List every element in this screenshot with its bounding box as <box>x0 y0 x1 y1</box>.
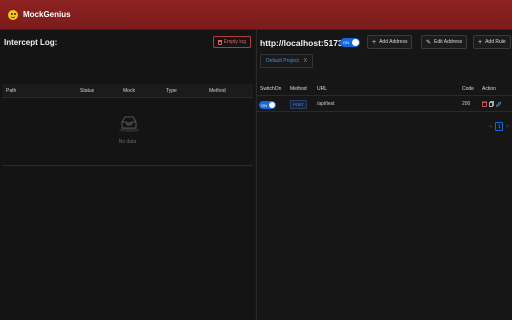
col-switchon: SwitchOn <box>260 86 282 92</box>
empty-log-label: Empty log <box>223 39 246 45</box>
toggle-knob <box>269 102 275 108</box>
col-method: Method <box>290 86 307 92</box>
add-address-label: Add Address <box>379 39 408 45</box>
smiley-logo-icon <box>8 9 18 20</box>
toggle-knob <box>352 39 359 46</box>
col-code: Code <box>462 86 474 92</box>
col-type: Type <box>166 88 177 94</box>
trash-icon <box>217 39 222 45</box>
empty-inbox-icon <box>119 116 139 132</box>
col-path: Path <box>6 88 17 94</box>
prev-page-icon[interactable]: < <box>489 124 492 130</box>
intercept-log-header: Intercept Log: Empty log <box>4 36 251 48</box>
rule-url: /api/test <box>317 101 335 107</box>
intercept-log-title: Intercept Log: <box>4 37 58 47</box>
col-url: URL <box>317 86 328 92</box>
tab-label: Default Project <box>266 58 299 64</box>
app-title: MockGenius <box>23 10 71 19</box>
col-method: Method <box>209 88 226 94</box>
rule-toggle[interactable]: ON <box>259 101 276 109</box>
copy-icon[interactable] <box>489 100 494 107</box>
page-1-button[interactable]: 1 <box>495 122 504 131</box>
empty-state: No data <box>2 98 253 166</box>
col-mock: Mock <box>123 88 135 94</box>
rules-table-header: SwitchOn Method URL Code Action <box>257 82 512 96</box>
method-tag: POST <box>290 100 307 109</box>
edit-address-button[interactable]: ✎ Edit Address <box>421 35 468 49</box>
add-rule-button[interactable]: + Add Rule <box>473 35 511 49</box>
intercept-table-header: Path Status Mock Type Method <box>2 84 253 98</box>
address-toggle[interactable]: ON <box>340 38 360 47</box>
close-icon[interactable]: X <box>304 58 307 64</box>
rules-panel: http://localhost:5173 ON + Add Address ✎… <box>256 30 512 320</box>
delete-icon[interactable] <box>482 101 487 107</box>
add-address-button[interactable]: + Add Address <box>367 35 413 49</box>
rule-code: 200 <box>462 101 471 107</box>
tab-default-project[interactable]: Default Project X <box>260 54 314 68</box>
plus-icon: + <box>372 38 377 46</box>
edit-icon: ✎ <box>426 39 432 46</box>
rule-toggle-label: ON <box>261 103 267 108</box>
intercept-log-panel: Intercept Log: Empty log Path Status Moc… <box>0 30 255 320</box>
table-row: ON POST /api/test 200 <box>257 97 512 112</box>
col-action: Action <box>482 86 496 92</box>
empty-log-button[interactable]: Empty log <box>212 36 251 48</box>
next-page-icon[interactable]: > <box>506 124 509 130</box>
empty-text: No data <box>118 139 137 145</box>
edit-address-label: Edit Address <box>434 39 463 45</box>
pagination: < 1 > <box>489 122 509 131</box>
plus-icon: + <box>478 38 483 46</box>
col-status: Status <box>80 88 95 94</box>
add-rule-label: Add Rule <box>485 39 506 45</box>
toggle-label: ON <box>343 40 349 45</box>
edit-icon[interactable] <box>496 100 501 107</box>
address-title: http://localhost:5173 <box>260 38 343 48</box>
app-header: MockGenius <box>0 0 512 30</box>
